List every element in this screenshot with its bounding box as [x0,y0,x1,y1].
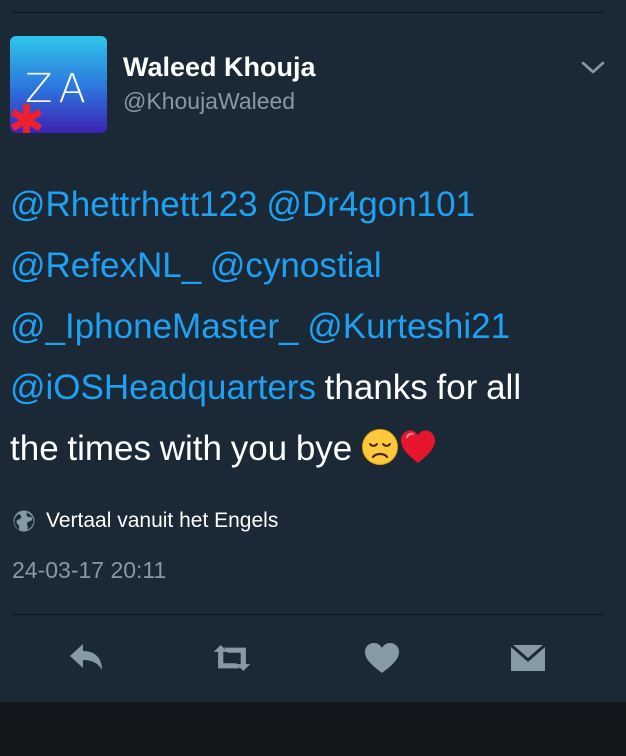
tweet-header: ZA ✱ Waleed Khouja @KhoujaWaleed [10,36,610,136]
actions-divider [12,614,604,615]
mention-link[interactable]: @RefexNL_ [10,246,201,285]
tweet-text-segment: thanks for all [315,368,522,407]
bottom-bar [0,702,626,756]
tweet-text-segment [201,246,210,285]
tweet-line: @RefexNL_ @cynostial [10,235,610,296]
disappointed-face-emoji [361,424,399,465]
retweet-button[interactable] [212,640,252,676]
tweet-line: @iOSHeadquarters thanks for all [10,357,610,418]
heart-icon [365,643,399,673]
author-display-name[interactable]: Waleed Khouja [123,52,316,83]
mention-link[interactable]: @_IphoneMaster_ [10,307,298,346]
tweet-timestamp: 24-03-17 20:11 [12,557,167,583]
mention-link[interactable]: @Rhettrhett123 [10,185,258,224]
translate-link[interactable]: Vertaal vanuit het Engels [12,506,278,536]
reply-icon [70,644,102,670]
reply-button[interactable] [66,640,106,676]
tweet-line: the times with you bye [10,418,610,479]
author-handle[interactable]: @KhoujaWaleed [123,88,295,115]
tweet-line: @_IphoneMaster_ @Kurteshi21 [10,296,610,357]
translate-label: Vertaal vanuit het Engels [46,509,279,532]
mention-link[interactable]: @cynostial [210,246,382,285]
globe-icon [13,510,35,532]
envelope-icon [510,643,546,671]
tweet-text-segment [298,307,307,346]
direct-message-button[interactable] [508,640,548,676]
tweet-text-segment: the times with you bye [10,429,361,468]
retweet-icon [213,644,251,672]
tweet-text: @Rhettrhett123 @Dr4gon101 @RefexNL_ @cyno… [10,174,610,479]
mention-link[interactable]: @Kurteshi21 [307,307,510,346]
tweet-line: @Rhettrhett123 @Dr4gon101 [10,174,610,235]
mention-link[interactable]: @iOSHeadquarters [10,368,316,407]
chevron-down-icon[interactable] [579,56,607,78]
top-divider [12,12,604,13]
like-button[interactable] [362,640,402,676]
avatar[interactable]: ZA ✱ [10,36,107,133]
asterisk-icon: ✱ [10,96,45,134]
red-heart-emoji [399,424,437,463]
mention-link[interactable]: @Dr4gon101 [266,185,475,224]
